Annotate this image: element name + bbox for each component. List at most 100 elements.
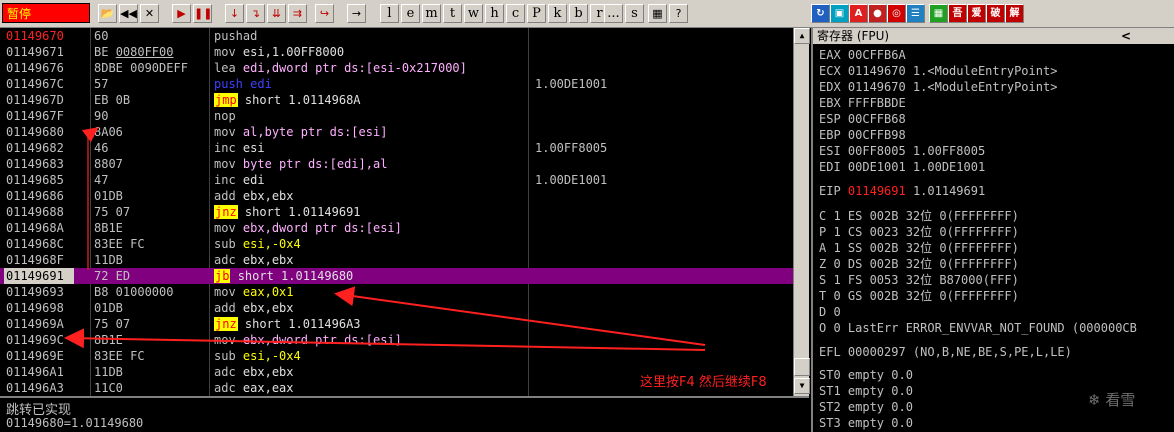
flag-row[interactable]: S 1 FS 0053 32位 B87000(FFF) bbox=[819, 272, 1019, 288]
goto-address-icon[interactable]: → bbox=[347, 4, 366, 23]
disasm-row[interactable]: 0114967C 57 push edi 1.00DE1001 bbox=[0, 76, 793, 92]
disasm-address: 0114969E bbox=[6, 349, 64, 363]
window-patches-button[interactable]: P bbox=[527, 4, 546, 23]
window-executables-button[interactable]: e bbox=[401, 4, 420, 23]
disasm-mnemonic: jnz bbox=[214, 317, 238, 331]
window-callstack-button[interactable]: k bbox=[548, 4, 567, 23]
trace-into-icon[interactable]: ⇊ bbox=[267, 4, 286, 23]
disasm-operands: esi,-0x4 bbox=[242, 349, 301, 363]
annotation-text: 这里按F4 然后继续F8 bbox=[640, 375, 767, 390]
window-source-button[interactable]: s bbox=[625, 4, 644, 23]
window-windows-button[interactable]: w bbox=[464, 4, 483, 23]
reg-ebx[interactable]: EBX FFFFBBDE bbox=[819, 95, 906, 111]
fpu-st0[interactable]: ST0 empty 0.0 bbox=[819, 367, 913, 383]
disasm-mnemonic: sub bbox=[214, 349, 236, 363]
disasm-row[interactable]: 0114967F 90 nop bbox=[0, 108, 793, 124]
window-breakpoints-button[interactable]: b bbox=[569, 4, 588, 23]
window-handles-button[interactable]: h bbox=[485, 4, 504, 23]
disasm-row[interactable]: 0114967D EB 0B jmp short 1.0114968A bbox=[0, 92, 793, 108]
disasm-row[interactable]: 0114969E 83EE FC sub esi,-0x4 bbox=[0, 348, 793, 364]
plugin-icon[interactable]: ▣ bbox=[830, 4, 849, 23]
disasm-row[interactable]: 01149693 B8 01000000 mov eax,0x1 bbox=[0, 284, 793, 300]
disasm-mnemonic: sub bbox=[214, 237, 236, 251]
disasm-row[interactable]: 01149671 BE 0080FF00 mov esi,1.00FF8000 bbox=[0, 44, 793, 60]
disasm-row[interactable]: 01149683 8807 mov byte ptr ds:[edi],al bbox=[0, 156, 793, 172]
disassembly-scrollbar[interactable]: ▲ ▼ bbox=[793, 28, 810, 396]
disasm-row[interactable]: 0114969A 75 07 jnz short 1.011496A3 bbox=[0, 316, 793, 332]
disasm-row-selected[interactable]: 01149691 72 ED jb short 1.01149680 bbox=[0, 268, 793, 284]
disasm-row[interactable]: 01149685 47 inc edi 1.00DE1001 bbox=[0, 172, 793, 188]
flag-row[interactable]: A 1 SS 002B 32位 0(FFFFFFFF) bbox=[819, 240, 1019, 256]
disasm-row[interactable]: 01149676 8DBE 0090DEFF lea edi,dword ptr d… bbox=[0, 60, 793, 76]
disasm-row[interactable]: 01149688 75 07 jnz short 1.01149691 bbox=[0, 204, 793, 220]
calc-icon[interactable]: ▦ bbox=[929, 4, 948, 23]
fpu-st3[interactable]: ST3 empty 0.0 bbox=[819, 415, 913, 431]
step-into-icon[interactable]: ↓ bbox=[225, 4, 244, 23]
disasm-row[interactable]: 01149682 46 inc esi 1.00FF8005 bbox=[0, 140, 793, 156]
disasm-row[interactable]: 01149686 01DB add ebx,ebx bbox=[0, 188, 793, 204]
window-log-button[interactable]: l bbox=[380, 4, 399, 23]
reg-ebp[interactable]: EBP 00CFFB98 bbox=[819, 127, 906, 143]
window-trace-button[interactable]: ... bbox=[604, 4, 623, 23]
plugin-ai-button[interactable]: 爱 bbox=[967, 4, 986, 23]
disasm-row[interactable]: 0114969C 8B1E mov ebx,dword ptr ds:[esi] bbox=[0, 332, 793, 348]
disasm-row[interactable]: 0114968A 8B1E mov ebx,dword ptr ds:[esi] bbox=[0, 220, 793, 236]
scroll-thumb[interactable] bbox=[794, 358, 810, 376]
flag-row[interactable]: Z 0 DS 002B 32位 0(FFFFFFFF) bbox=[819, 256, 1019, 272]
reg-eax[interactable]: EAX 00CFFB6A bbox=[819, 47, 906, 63]
close-icon[interactable]: ✕ bbox=[140, 4, 159, 23]
reg-eip[interactable]: EIP 01149691 1.01149691 bbox=[819, 183, 985, 199]
disasm-operands: esi,1.00FF8000 bbox=[242, 45, 345, 59]
registers-pane[interactable]: 寄存器 (FPU) < EAX 00CFFB6A ECX 01149670 1.… bbox=[811, 28, 1174, 432]
disasm-operands: edi bbox=[242, 173, 265, 187]
fpu-st2[interactable]: ST2 empty 0.0 bbox=[819, 399, 913, 415]
disasm-mnemonic: mov bbox=[214, 285, 236, 299]
pause-icon[interactable]: ❚❚ bbox=[193, 4, 212, 23]
rewind-icon[interactable]: ◀◀ bbox=[119, 4, 138, 23]
record-icon[interactable]: ● bbox=[868, 4, 887, 23]
disasm-hex: BE 0080FF00 bbox=[94, 44, 206, 60]
disasm-operands: byte ptr ds:[edi],al bbox=[242, 157, 388, 171]
disasm-row[interactable]: 0114968F 11DB adc ebx,ebx bbox=[0, 252, 793, 268]
fpu-st1[interactable]: ST1 empty 0.0 bbox=[819, 383, 913, 399]
window-memory-button[interactable]: m bbox=[422, 4, 441, 23]
execute-till-return-icon[interactable]: ↪ bbox=[315, 4, 334, 23]
disasm-mnemonic: pushad bbox=[214, 29, 258, 43]
reg-ecx[interactable]: ECX 01149670 1.<ModuleEntryPoint> bbox=[819, 63, 1057, 79]
reg-esi[interactable]: ESI 00FF8005 1.00FF8005 bbox=[819, 143, 985, 159]
help-icon[interactable]: ? bbox=[669, 4, 688, 23]
window-cpu-button[interactable]: c bbox=[506, 4, 525, 23]
plugin-jie-button[interactable]: 解 bbox=[1005, 4, 1024, 23]
open-file-icon[interactable]: 📂 bbox=[98, 4, 117, 23]
reg-esp[interactable]: ESP 00CFFB68 bbox=[819, 111, 906, 127]
grid-icon[interactable]: ▦ bbox=[648, 4, 667, 23]
plugin-wu-button[interactable]: 吾 bbox=[948, 4, 967, 23]
run-icon[interactable]: ▶ bbox=[172, 4, 191, 23]
trace-over-icon[interactable]: ⇉ bbox=[288, 4, 307, 23]
reg-edx[interactable]: EDX 01149670 1.<ModuleEntryPoint> bbox=[819, 79, 1057, 95]
step-over-icon[interactable]: ↴ bbox=[246, 4, 265, 23]
plugin-po-button[interactable]: 破 bbox=[986, 4, 1005, 23]
scroll-up-icon[interactable]: ▲ bbox=[794, 28, 810, 44]
reg-edi[interactable]: EDI 00DE1001 1.00DE1001 bbox=[819, 159, 985, 175]
flag-row[interactable]: O 0 LastErr ERROR_ENVVAR_NOT_FOUND (0000… bbox=[819, 320, 1137, 336]
disasm-row[interactable]: 01149698 01DB add ebx,ebx bbox=[0, 300, 793, 316]
disassembly-pane[interactable]: 01149670 60 pushad 01149671 BE 0080FF00 mov e… bbox=[0, 28, 793, 396]
flag-row[interactable]: D 0 bbox=[819, 304, 841, 320]
flag-row[interactable]: C 1 ES 002B 32位 0(FFFFFFFF) bbox=[819, 208, 1019, 224]
scroll-down-icon[interactable]: ▼ bbox=[794, 378, 810, 394]
disasm-row[interactable]: 0114968C 83EE FC sub esi,-0x4 bbox=[0, 236, 793, 252]
flag-row[interactable]: T 0 GS 002B 32位 0(FFFFFFFF) bbox=[819, 288, 1019, 304]
prev-view-icon[interactable]: < bbox=[1121, 28, 1131, 44]
refresh-icon[interactable]: ↻ bbox=[811, 4, 830, 23]
reg-efl[interactable]: EFL 00000297 (NO,B,NE,BE,S,PE,L,LE) bbox=[819, 344, 1072, 360]
target-icon[interactable]: ◎ bbox=[887, 4, 906, 23]
disasm-row[interactable]: 01149680 8A06 mov al,byte ptr ds:[esi] bbox=[0, 124, 793, 140]
disasm-operands: ebx,dword ptr ds:[esi] bbox=[242, 221, 402, 235]
plugin-a-icon[interactable]: A bbox=[849, 4, 868, 23]
flag-row[interactable]: P 1 CS 0023 32位 0(FFFFFFFF) bbox=[819, 224, 1019, 240]
disasm-row[interactable]: 01149670 60 pushad bbox=[0, 28, 793, 44]
disasm-mnemonic: jmp bbox=[214, 93, 238, 107]
window-threads-button[interactable]: t bbox=[443, 4, 462, 23]
script-icon[interactable]: ☰ bbox=[906, 4, 925, 23]
